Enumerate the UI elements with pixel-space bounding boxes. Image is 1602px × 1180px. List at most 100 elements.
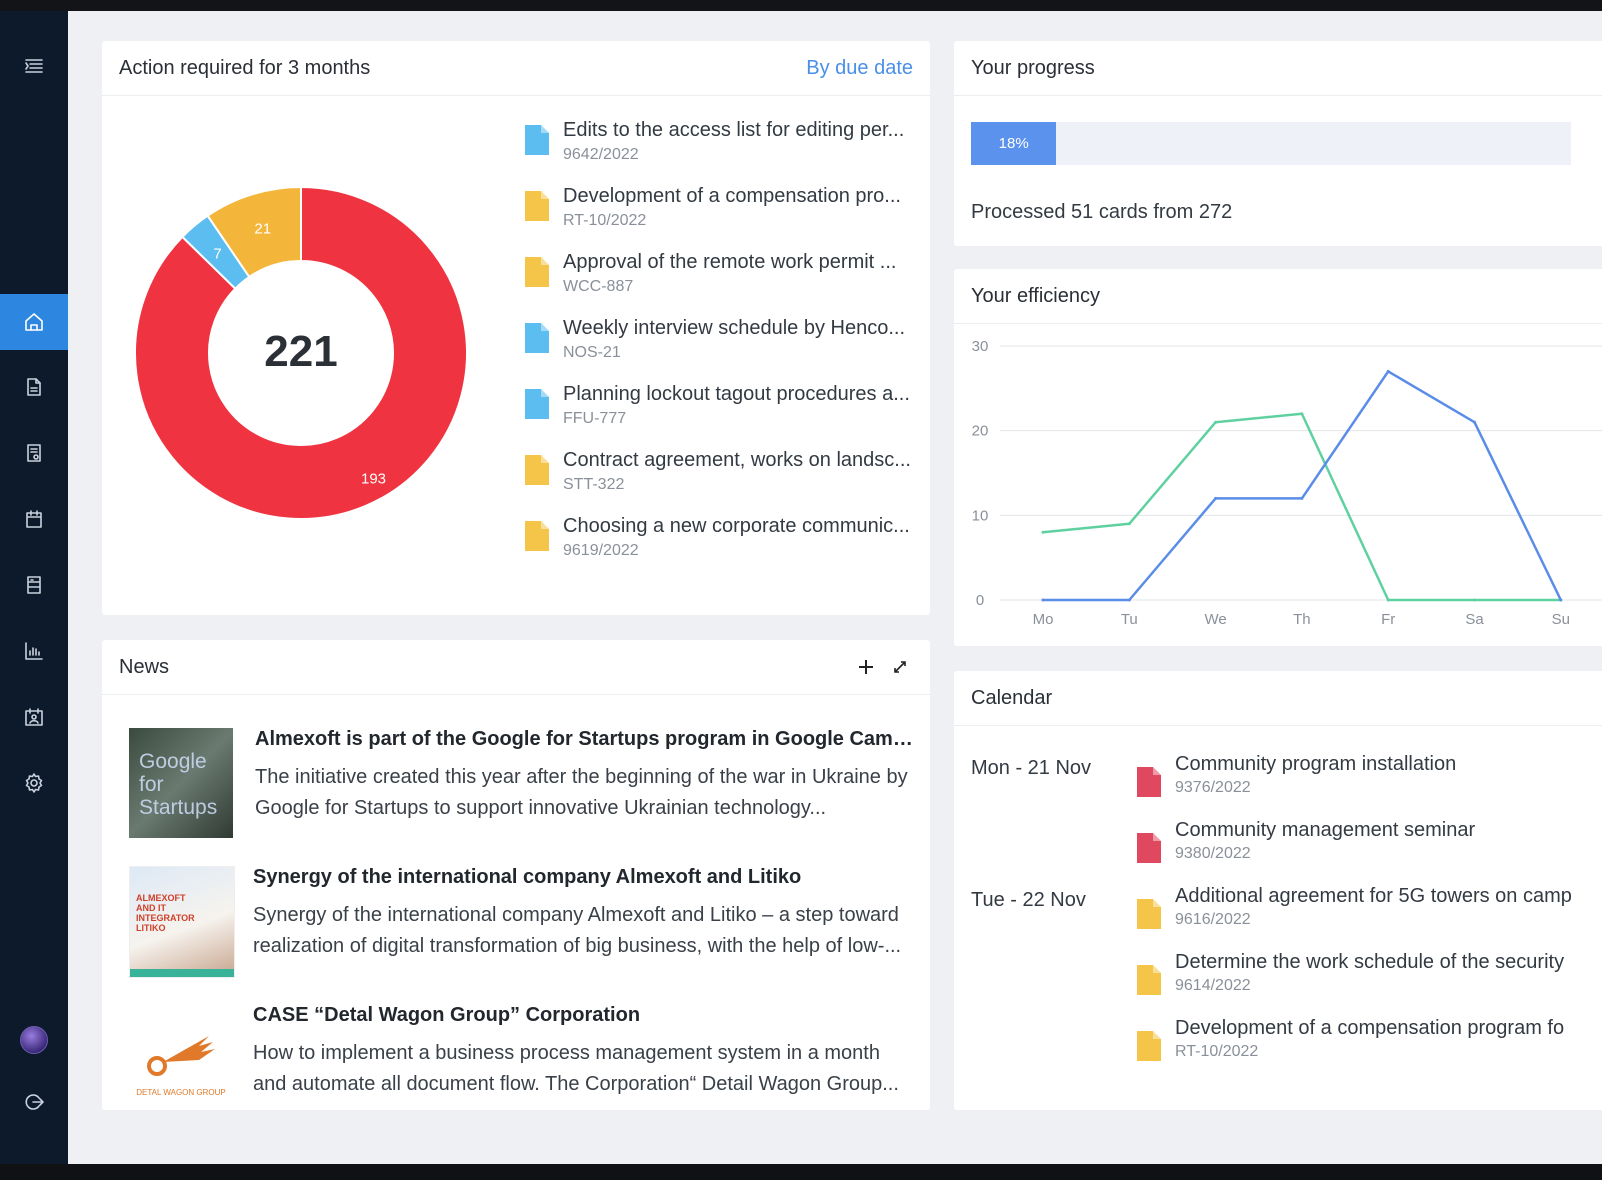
sidebar-item-analytics[interactable] bbox=[0, 623, 68, 679]
sidebar-item-home[interactable] bbox=[0, 294, 68, 350]
expand-news-button[interactable] bbox=[887, 654, 913, 680]
efficiency-title: Your efficiency bbox=[971, 284, 1100, 307]
user-avatar-button[interactable] bbox=[0, 1012, 68, 1068]
contacts-icon bbox=[25, 708, 43, 726]
logout-button[interactable] bbox=[0, 1074, 68, 1130]
calendar-event[interactable]: Community management seminar 9380/2022 bbox=[1137, 819, 1475, 863]
action-doc-number: 9619/2022 bbox=[563, 542, 639, 559]
x-tick-label: We bbox=[1204, 611, 1226, 628]
sidebar-item-contacts[interactable] bbox=[0, 689, 68, 745]
file-icon bbox=[525, 257, 549, 287]
donut-segment-label: 7 bbox=[213, 245, 221, 262]
x-tick-label: Mo bbox=[1033, 611, 1054, 628]
file-icon bbox=[525, 455, 549, 485]
action-required-card: Action required for 3 months By due date… bbox=[102, 41, 930, 615]
action-doc-number: 9642/2022 bbox=[563, 146, 639, 163]
analytics-icon bbox=[25, 642, 43, 660]
calendar-card: Calendar Mon - 21 Nov Community program … bbox=[954, 671, 1602, 1110]
calendar-event-title: Community management seminar bbox=[1175, 819, 1476, 841]
y-tick-label: 30 bbox=[972, 338, 989, 355]
expand-icon bbox=[894, 661, 906, 673]
calendar-title: Calendar bbox=[971, 686, 1053, 709]
settings-icon bbox=[25, 773, 43, 793]
donut-total-label: 221 bbox=[264, 327, 337, 376]
progress-card: Your progress 18% Processed 51 cards fro… bbox=[954, 41, 1602, 246]
calendar-event-title: Additional agreement for 5G towers on ca… bbox=[1175, 885, 1572, 907]
action-required-header: Action required for 3 months By due date bbox=[102, 41, 930, 96]
calendar-event[interactable]: Development of a compensation program fo… bbox=[1137, 1017, 1564, 1061]
action-doc-number: RT-10/2022 bbox=[563, 212, 647, 229]
file-icon bbox=[525, 125, 549, 155]
x-tick-label: Th bbox=[1293, 611, 1311, 628]
sidebar-item-calendar[interactable] bbox=[0, 491, 68, 547]
donut-segment-label: 193 bbox=[361, 471, 386, 488]
calendar-day-label: Mon - 21 Nov bbox=[971, 757, 1092, 779]
progress-header: Your progress bbox=[954, 41, 1602, 96]
calendar-event-title: Community program installation bbox=[1175, 753, 1457, 775]
news-title: News bbox=[119, 655, 170, 678]
series-point bbox=[1473, 420, 1476, 424]
sidebar-item-reports[interactable] bbox=[0, 425, 68, 481]
series-point bbox=[1214, 420, 1218, 424]
action-doc-title: Weekly interview schedule by Henco... bbox=[563, 317, 906, 339]
series-point bbox=[1300, 412, 1304, 416]
series-point bbox=[1214, 496, 1218, 500]
file-icon bbox=[525, 521, 549, 551]
news-item-title[interactable]: Almexoft is part of the Google for Start… bbox=[255, 728, 915, 751]
action-doc-item[interactable]: Approval of the remote work permit ... WC… bbox=[525, 241, 925, 307]
sidebar-item-settings[interactable] bbox=[0, 755, 68, 811]
sort-by-due-date-link[interactable]: By due date bbox=[806, 57, 913, 80]
menu-toggle-button[interactable] bbox=[0, 38, 68, 94]
list-icon bbox=[27, 576, 41, 594]
progress-summary: Processed 51 cards from 272 bbox=[971, 201, 1233, 223]
report-icon bbox=[27, 444, 41, 462]
action-doc-item[interactable]: Planning lockout tagout procedures a... F… bbox=[525, 373, 925, 439]
file-icon bbox=[1137, 833, 1161, 863]
series-point bbox=[1127, 522, 1131, 526]
add-news-button[interactable] bbox=[853, 654, 879, 680]
action-doc-item[interactable]: Choosing a new corporate communic... 9619… bbox=[525, 505, 925, 571]
action-doc-title: Development of a compensation pro... bbox=[563, 185, 901, 207]
file-icon bbox=[525, 389, 549, 419]
sidebar bbox=[0, 11, 68, 1164]
series-point bbox=[1473, 598, 1476, 602]
news-item-title[interactable]: CASE “Detal Wagon Group” Corporation bbox=[253, 1004, 913, 1027]
news-thumbnail-google-for-startups: Google for Startups bbox=[129, 728, 233, 838]
action-doc-item[interactable]: Contract agreement, works on landsc... ST… bbox=[525, 439, 925, 505]
series-line bbox=[1043, 370, 1562, 602]
progress-bar-fill: 18% bbox=[971, 122, 1057, 165]
progress-percent: 18% bbox=[998, 135, 1029, 152]
news-item-title[interactable]: Synergy of the international company Alm… bbox=[253, 866, 913, 889]
series-point bbox=[1041, 598, 1045, 602]
progress-bar: 18% bbox=[971, 122, 1571, 165]
sidebar-item-documents[interactable] bbox=[0, 359, 68, 415]
calendar-event-title: Development of a compensation program fo bbox=[1175, 1017, 1565, 1039]
file-icon bbox=[1137, 899, 1161, 929]
action-doc-title: Edits to the access list for editing per… bbox=[563, 119, 905, 141]
action-doc-item[interactable]: Edits to the access list for editing per… bbox=[525, 109, 925, 175]
donut-segment-label: 21 bbox=[254, 221, 271, 238]
action-doc-item[interactable]: Weekly interview schedule by Henco... NOS… bbox=[525, 307, 925, 373]
file-icon bbox=[1137, 1031, 1161, 1061]
series-point bbox=[1386, 369, 1390, 373]
thumbnail-caption: Google for Startups bbox=[139, 750, 218, 819]
series-point bbox=[1127, 598, 1131, 602]
sidebar-item-registry[interactable] bbox=[0, 557, 68, 613]
calendar-event-number: 9614/2022 bbox=[1175, 977, 1251, 994]
calendar-event-number: 9616/2022 bbox=[1175, 911, 1251, 928]
x-tick-label: Tu bbox=[1121, 611, 1138, 628]
calendar-event[interactable]: Additional agreement for 5G towers on ca… bbox=[1137, 885, 1572, 929]
action-required-title: Action required for 3 months bbox=[119, 56, 371, 79]
logout-icon bbox=[25, 1094, 44, 1110]
calendar-header: Calendar bbox=[954, 671, 1602, 726]
news-thumbnail-almexoft-litiko: ALMEXOFT AND IT INTEGRATOR LITIKO bbox=[129, 866, 235, 978]
calendar-event[interactable]: Community program installation 9376/2022 bbox=[1137, 753, 1456, 797]
efficiency-line-chart: 0 10 20 30 Mo Tu We Th Fr Sa Su bbox=[972, 338, 1602, 628]
action-doc-item[interactable]: Development of a compensation pro... RT-1… bbox=[525, 175, 925, 241]
calendar-event[interactable]: Determine the work schedule of the secur… bbox=[1137, 951, 1564, 995]
progress-title: Your progress bbox=[971, 56, 1095, 79]
action-doc-number: WCC-887 bbox=[563, 278, 634, 295]
efficiency-card: Your efficiency 0 10 20 30 Mo Tu We Th Fr Sa Su bbox=[954, 269, 1602, 646]
x-tick-label: Fr bbox=[1381, 611, 1395, 628]
series-point bbox=[1559, 598, 1563, 602]
